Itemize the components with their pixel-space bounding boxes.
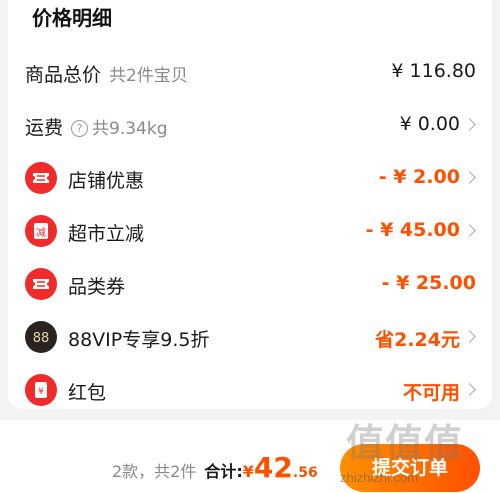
question-circle-icon[interactable]: ? bbox=[71, 120, 89, 137]
category-coupon-label: 品类券 bbox=[68, 276, 126, 298]
total-decimal: .56 bbox=[292, 465, 318, 481]
goods-total-label: 商品总价 bbox=[25, 64, 102, 86]
row-shop-discount[interactable]: 店铺优惠 - ¥ 2.00 bbox=[0, 158, 500, 198]
vip88-icon: 88 bbox=[25, 321, 57, 353]
row-red-envelope[interactable]: ¥ 红包 不可用 bbox=[0, 370, 500, 410]
row-88vip-discount[interactable]: 88 88VIP专享9.5折 省2.24元 bbox=[0, 317, 500, 357]
chevron-right-icon bbox=[463, 224, 476, 237]
shipping-label: 运费 bbox=[25, 117, 64, 139]
row-shipping[interactable]: 运费? 共9.34kg ¥ 0.00 bbox=[0, 105, 500, 145]
ticket-icon bbox=[25, 162, 57, 194]
vip-savings-amount: 省2.24元 bbox=[375, 329, 460, 351]
currency-symbol: ¥ bbox=[242, 462, 254, 481]
item-count-text: 2款，共2件 bbox=[112, 462, 197, 481]
row-category-coupon: 品类券 - ¥ 25.00 bbox=[0, 264, 500, 304]
shipping-weight-text: 共9.34kg bbox=[92, 119, 168, 139]
red-envelope-icon: ¥ bbox=[25, 374, 57, 406]
svg-text:88: 88 bbox=[33, 331, 50, 346]
shipping-amount: ¥ 0.00 bbox=[399, 113, 460, 135]
order-summary: 2款，共2件 合计:¥42.56 bbox=[112, 451, 318, 484]
row-supermarket-reduction[interactable]: 减 超市立减 - ¥ 45.00 bbox=[0, 211, 500, 251]
shop-discount-label: 店铺优惠 bbox=[68, 170, 145, 192]
chevron-right-icon bbox=[463, 330, 476, 343]
ticket-icon bbox=[25, 268, 57, 300]
watermark-logo: 值值值 bbox=[346, 420, 464, 465]
red-envelope-label: 红包 bbox=[68, 382, 107, 404]
supermarket-reduction-label: 超市立减 bbox=[68, 223, 145, 245]
price-detail-title: 价格明细 bbox=[32, 6, 112, 30]
category-coupon-amount: - ¥ 25.00 bbox=[381, 272, 476, 294]
total-label: 合计: bbox=[204, 462, 243, 481]
svg-text:减: 减 bbox=[36, 227, 46, 239]
reduce-badge-icon: 减 bbox=[25, 215, 57, 247]
svg-text:¥: ¥ bbox=[38, 387, 44, 397]
row-goods-total: 商品总价 共2件宝贝 ¥ 116.80 bbox=[0, 52, 500, 92]
chevron-right-icon bbox=[463, 118, 476, 131]
supermarket-reduction-amount: - ¥ 45.00 bbox=[365, 219, 460, 241]
chevron-right-icon bbox=[463, 171, 476, 184]
total-integer: 42 bbox=[253, 451, 293, 484]
red-envelope-status: 不可用 bbox=[402, 382, 460, 404]
shop-discount-amount: - ¥ 2.00 bbox=[378, 166, 460, 188]
watermark-site: zhizhizhi.com bbox=[340, 470, 419, 485]
goods-total-amount: ¥ 116.80 bbox=[391, 60, 476, 82]
chevron-right-icon bbox=[463, 383, 476, 396]
vip-discount-label: 88VIP专享9.5折 bbox=[68, 329, 210, 351]
goods-count-text: 共2件宝贝 bbox=[109, 66, 188, 86]
